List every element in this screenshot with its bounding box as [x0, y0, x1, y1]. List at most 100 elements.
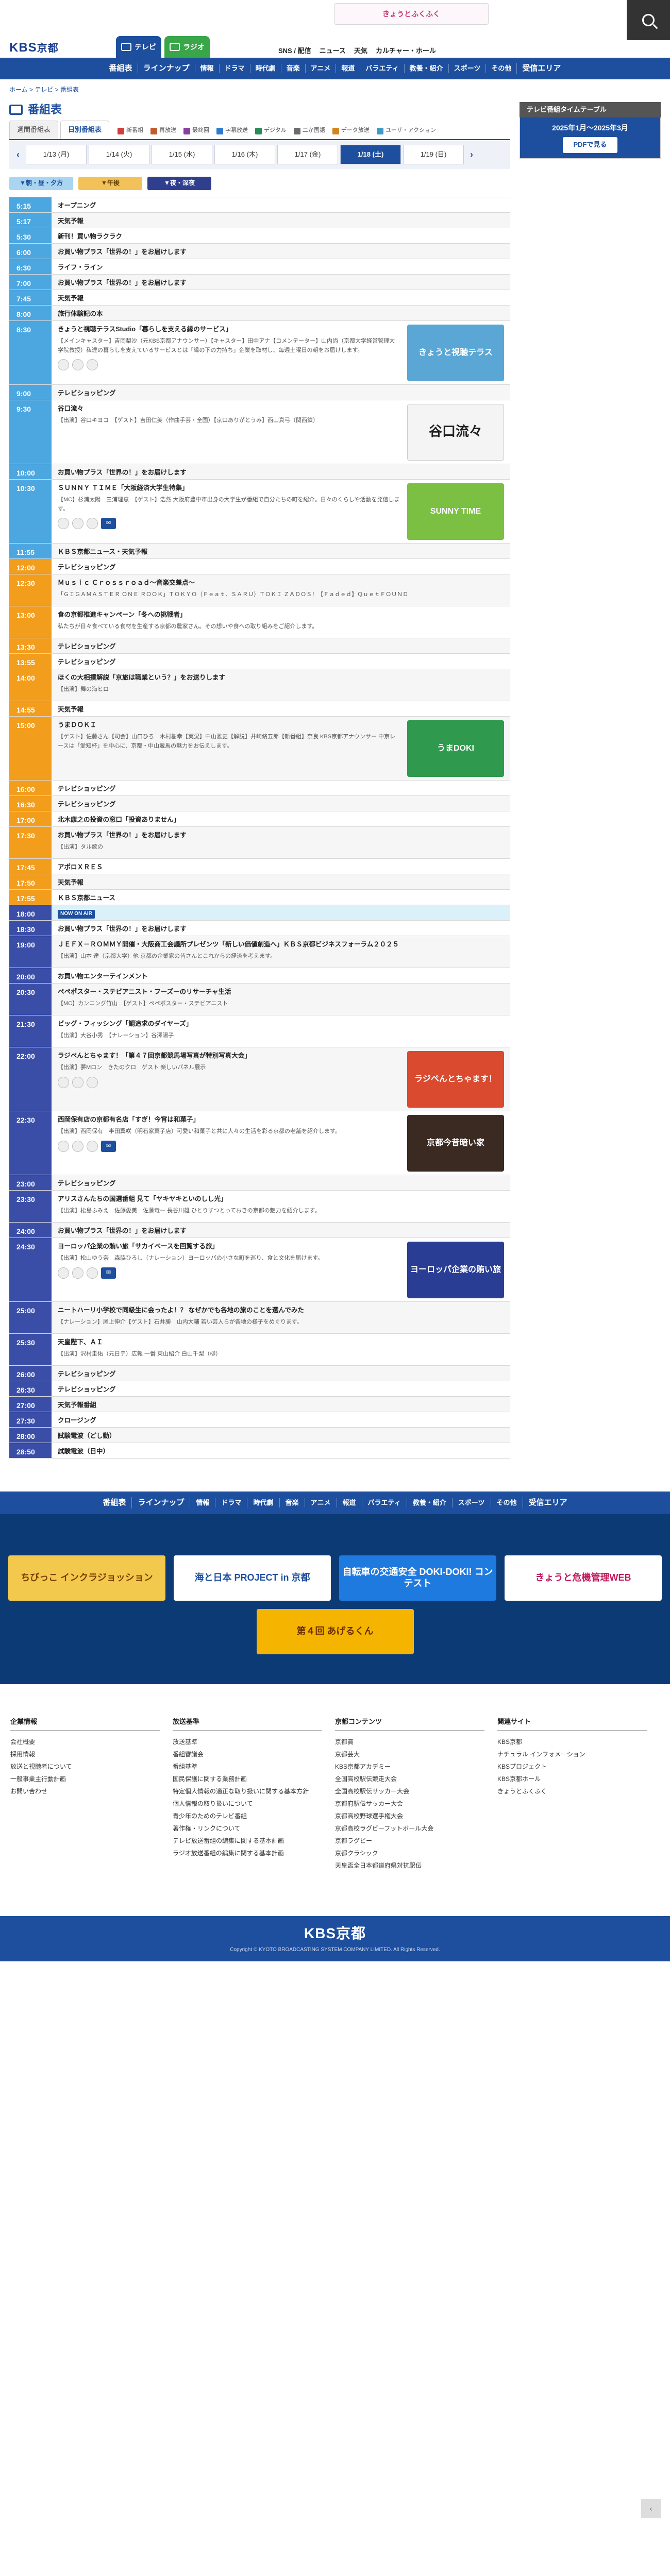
program-title[interactable]: テレビショッピング: [58, 800, 504, 809]
program-thumbnail[interactable]: うまDOKI: [407, 720, 504, 777]
top-link-culture[interactable]: カルチャー・ホール: [376, 46, 436, 56]
fnav-culture[interactable]: 教養・紹介: [406, 1498, 452, 1508]
gnav-sports[interactable]: スポーツ: [448, 63, 486, 74]
program-cell[interactable]: きょうと視聴テラスStudio「暮らしを支える縁のサービス」 【メインキャスター】…: [52, 321, 510, 384]
program-title[interactable]: ラジペんとちゃます！「第４７回京都競馬場写真が特別写真大会」: [58, 1051, 400, 1060]
program-title[interactable]: 西岡保有店の京都有名店「すぎ！今宵は和菓子」: [58, 1115, 400, 1124]
footer-link[interactable]: お問い合わせ: [10, 1785, 173, 1798]
program-title[interactable]: ペペポスター・ステビアニスト・フーズーのリサーチャ生活: [58, 987, 504, 996]
program-cell[interactable]: 天気予報番組: [52, 1397, 510, 1412]
program-cell[interactable]: うまＤＯＫＩ 【ゲスト】佐藤さん【司会】山口ひろ 木村樹幸【実況】中山雅史【解説】…: [52, 717, 510, 780]
program-cell[interactable]: 天気予報: [52, 290, 510, 305]
program-title[interactable]: テレビショッピング: [58, 1385, 504, 1394]
top-banner[interactable]: きょうとふくふく: [334, 3, 489, 25]
footer-link[interactable]: テレビ放送番組の編集に関する基本計画: [173, 1835, 335, 1847]
day-button[interactable]: 1/19 (日): [403, 145, 464, 164]
program-title[interactable]: テレビショッピング: [58, 1179, 504, 1188]
program-cell[interactable]: オープニング: [52, 197, 510, 212]
banner-link[interactable]: 自転車の交通安全 DOKI-DOKI! コンテスト: [339, 1555, 496, 1601]
program-title[interactable]: お買い物プラス「世界の！」をお届けします: [58, 1226, 504, 1235]
tab-radio[interactable]: ラジオ: [164, 36, 210, 58]
fnav-music[interactable]: 音楽: [279, 1498, 305, 1508]
message-button[interactable]: ✉: [101, 1267, 116, 1279]
footer-link[interactable]: 京都芸大: [335, 1748, 497, 1760]
footer-link[interactable]: 京都高校ラグビーフットボール大会: [335, 1822, 497, 1835]
program-cell[interactable]: ＪＥＦＸ－ＲＯＭＭＹ開催・大阪商工会議所プレゼンツ「新しい価値創造へ」ＫＢＳ京都…: [52, 936, 510, 968]
program-cell[interactable]: お買い物プラス「世界の！」をお届けします: [52, 244, 510, 259]
line-icon[interactable]: [58, 359, 69, 371]
instagram-icon[interactable]: [87, 518, 98, 530]
x-icon[interactable]: [72, 518, 83, 530]
message-button[interactable]: ✉: [101, 1140, 116, 1152]
gnav-news[interactable]: 報道: [336, 63, 360, 74]
program-title[interactable]: ニートハーリ小学校で同級生に会ったよ！？ なぜかでも各地の旅のことを選んでみた: [58, 1306, 504, 1315]
program-title[interactable]: アポロＸＲＥＳ: [58, 862, 504, 872]
footer-link[interactable]: 天皇盃全日本都道府県対抗駅伝: [335, 1859, 497, 1872]
fnav-drama[interactable]: ドラマ: [215, 1498, 247, 1508]
banner-link[interactable]: きょうと危機管理WEB: [505, 1555, 662, 1601]
program-cell[interactable]: 食の京都推進キャンペーン「冬への挑戦者」 私たちが日々食べている食材を生産する京都…: [52, 606, 510, 638]
program-title[interactable]: お買い物プラス「世界の！」をお届けします: [58, 278, 504, 287]
footer-link[interactable]: 会社概要: [10, 1736, 173, 1748]
program-title[interactable]: テレビショッピング: [58, 1369, 504, 1379]
program-title[interactable]: ヨーロッパ企業の賄い旅「サカイベースを回覧する旅」: [58, 1242, 400, 1251]
program-title[interactable]: お買い物プラス「世界の！」をお届けします: [58, 468, 504, 477]
program-cell[interactable]: テレビショッピング: [52, 781, 510, 795]
program-cell[interactable]: テレビショッピング: [52, 1381, 510, 1396]
fnav-area[interactable]: 受信エリア: [522, 1497, 573, 1509]
program-title[interactable]: 旅行体験記の本: [58, 309, 504, 318]
program-cell[interactable]: 北木康之の投資の窓口「投資ありません」: [52, 811, 510, 826]
band-night-button[interactable]: ▼ 夜・深夜: [147, 177, 211, 190]
program-title[interactable]: ほくの大相撲解説「京旅は職業という？」をお送りします: [58, 673, 504, 682]
footer-link[interactable]: KBS京都アカデミー: [335, 1760, 497, 1773]
program-cell[interactable]: テレビショッピング: [52, 1175, 510, 1190]
instagram-icon[interactable]: [87, 359, 98, 371]
program-cell[interactable]: テレビショッピング: [52, 654, 510, 669]
program-title[interactable]: きょうと視聴テラスStudio「暮らしを支える縁のサービス」: [58, 325, 400, 334]
program-thumbnail[interactable]: きょうと視聴テラス: [407, 325, 504, 381]
x-icon[interactable]: [72, 1140, 83, 1152]
program-title[interactable]: Ｍｕｓｉｃ Ｃｒｏｓｓｒｏａｄ～音楽交差点～: [58, 578, 504, 587]
program-thumbnail[interactable]: SUNNY TIME: [407, 483, 504, 540]
program-title[interactable]: お買い物プラス「世界の！」をお届けします: [58, 247, 504, 257]
program-title[interactable]: テレビショッピング: [58, 642, 504, 651]
band-afternoon-button[interactable]: ▼ 午後: [78, 177, 142, 190]
program-title[interactable]: テレビショッピング: [58, 563, 504, 572]
day-button[interactable]: 1/15 (水): [152, 145, 212, 164]
line-icon[interactable]: [58, 518, 69, 530]
program-cell[interactable]: 旅行体験記の本: [52, 306, 510, 320]
top-link-weather[interactable]: 天気: [354, 46, 367, 56]
program-thumbnail[interactable]: 京都今昔暗い家: [407, 1115, 504, 1172]
gnav-other[interactable]: その他: [485, 63, 516, 74]
program-title[interactable]: ＫＢＳ京都ニュース・天気予報: [58, 547, 504, 556]
program-cell[interactable]: 試験電波（どし動）: [52, 1428, 510, 1443]
footer-link[interactable]: 京都府駅伝サッカー大会: [335, 1798, 497, 1810]
program-title[interactable]: 試験電波（どし動）: [58, 1431, 504, 1440]
program-cell[interactable]: 新刊！買い物ラクラク: [52, 228, 510, 243]
program-cell[interactable]: 試験電波（日中）: [52, 1443, 510, 1458]
footer-link[interactable]: 京都賞: [335, 1736, 497, 1748]
program-title[interactable]: うまＤＯＫＩ: [58, 720, 400, 730]
gnav-schedule[interactable]: 番組表: [104, 63, 138, 74]
footer-link[interactable]: 特定個人情報の適正な取り扱いに関する基本方針: [173, 1785, 335, 1798]
program-title[interactable]: お買い物プラス「世界の！」をお届けします: [58, 831, 504, 840]
program-title[interactable]: 天気予報: [58, 705, 504, 714]
line-icon[interactable]: [58, 1267, 69, 1279]
next-day-arrow-icon[interactable]: ›: [466, 145, 477, 164]
program-title[interactable]: 天気予報番組: [58, 1400, 504, 1410]
search-button[interactable]: [627, 0, 670, 40]
program-cell[interactable]: ほくの大相撲解説「京旅は職業という？」をお送りします 【出演】舞の海ヒロ: [52, 669, 510, 701]
program-cell[interactable]: ラジペんとちゃます！「第４７回京都競馬場写真が特別写真大会」 【出演】夢Mロン き…: [52, 1047, 510, 1111]
gnav-drama[interactable]: ドラマ: [219, 63, 250, 74]
fnav-news[interactable]: 報道: [336, 1498, 362, 1508]
banner-link[interactable]: 第４回 あげるくん: [256, 1609, 414, 1654]
day-button[interactable]: 1/13 (月): [26, 145, 87, 164]
pdf-button[interactable]: PDFで見る: [563, 137, 617, 154]
fnav-jidaigeki[interactable]: 時代劇: [247, 1498, 279, 1508]
program-cell[interactable]: テレビショッピング: [52, 638, 510, 653]
program-title[interactable]: 北木康之の投資の窓口「投資ありません」: [58, 815, 504, 824]
fnav-anime[interactable]: アニメ: [304, 1498, 337, 1508]
footer-link[interactable]: ナチュラル インフォメーション: [497, 1748, 660, 1760]
program-cell[interactable]: テレビショッピング: [52, 796, 510, 811]
footer-link[interactable]: 青少年のためのテレビ番組: [173, 1810, 335, 1822]
